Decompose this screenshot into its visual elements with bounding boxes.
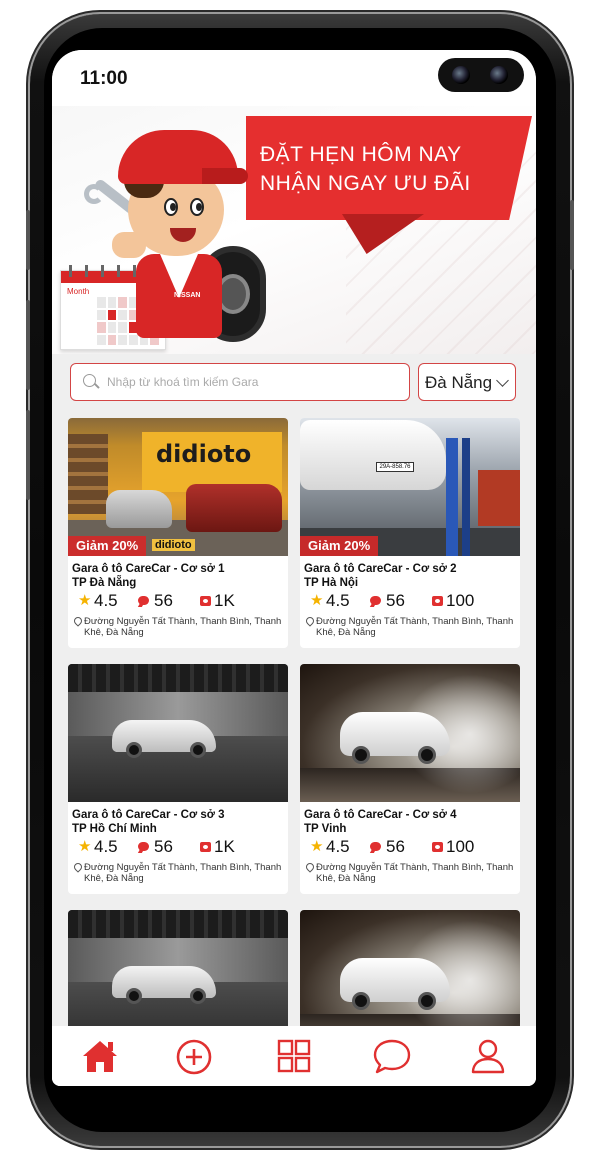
camera-lens-icon: [490, 66, 508, 84]
banner-headline: ĐẶT HẸN HÔM NAY NHẬN NGAY ƯU ĐÃI: [260, 140, 471, 198]
garage-rating: 4.5: [326, 837, 350, 856]
city-select-value: Đà Nẵng: [425, 373, 493, 392]
star-icon: ★: [310, 592, 324, 609]
discount-badge: Giảm 20%: [68, 536, 147, 556]
garage-city: TP Hà Nội: [304, 577, 359, 589]
garage-rating: 4.5: [94, 591, 118, 610]
garage-stats: ★ 4.5 56 100: [304, 837, 516, 857]
user-icon: [471, 1039, 505, 1074]
camera-cutout: [438, 58, 524, 92]
star-icon: ★: [78, 838, 92, 855]
banner-line-1: ĐẶT HẸN HÔM NAY: [260, 143, 462, 166]
booking-icon: [200, 842, 211, 852]
garage-card[interactable]: Gara ô tô CareCar - Cơ sở 4 TP Vinh ★ 4.…: [300, 664, 520, 894]
comment-icon: [138, 596, 149, 605]
location-pin-icon: [304, 861, 316, 873]
garage-stats: ★ 4.5 56 1K: [72, 591, 284, 611]
garage-title: Gara ô tô CareCar - Cơ sở 2: [304, 563, 457, 575]
garage-card[interactable]: Gara ô tô CareCar - Cơ sở 3 TP Hồ Chí Mi…: [68, 664, 288, 894]
app-screen: 11:00 ĐẶT HẸN HÔM NAY NHẬN NGAY ƯU ĐÃI M…: [52, 50, 536, 1086]
booking-icon: [432, 596, 443, 606]
garage-bookings: 100: [446, 837, 475, 856]
garage-comments: 56: [154, 837, 173, 856]
garage-photo-logo: didioto: [152, 539, 195, 551]
volume-button: [26, 410, 30, 500]
garage-bookings: 1K: [214, 591, 235, 610]
calendar-label: Month: [67, 287, 90, 296]
nav-home[interactable]: [70, 1026, 130, 1086]
camera-lens-icon: [452, 66, 470, 84]
star-icon: ★: [310, 838, 324, 855]
garage-photo-sign: didioto: [156, 440, 252, 468]
booking-icon: [432, 842, 443, 852]
plus-circle-icon: [176, 1039, 212, 1075]
garage-address: Đường Nguyễn Tất Thành, Thanh Bình, Than…: [84, 862, 282, 884]
garage-bookings: 100: [446, 591, 475, 610]
nav-categories[interactable]: [264, 1026, 324, 1086]
garage-address: Đường Nguyễn Tất Thành, Thanh Bình, Than…: [316, 862, 514, 884]
garage-comments: 56: [386, 837, 405, 856]
location-pin-icon: [72, 861, 84, 873]
volume-button: [26, 300, 30, 390]
home-icon: [83, 1041, 117, 1072]
location-pin-icon: [304, 615, 316, 627]
garage-city: TP Hồ Chí Minh: [72, 823, 157, 835]
garage-card[interactable]: 29A-858.76 Giảm 20% Gara ô tô CareCar - …: [300, 418, 520, 648]
garage-bookings: 1K: [214, 837, 235, 856]
comment-icon: [370, 596, 381, 605]
search-placeholder: Nhập từ khoá tìm kiếm Gara: [107, 375, 259, 389]
bottom-nav: [52, 1026, 536, 1086]
banner-line-2: NHẬN NGAY ƯU ĐÃI: [260, 172, 471, 195]
search-input[interactable]: Nhập từ khoá tìm kiếm Gara: [70, 363, 410, 401]
location-pin-icon: [72, 615, 84, 627]
garage-photo: 29A-858.76 Giảm 20%: [300, 418, 520, 556]
status-bar: 11:00: [52, 50, 536, 106]
booking-icon: [200, 596, 211, 606]
search-icon: [83, 374, 96, 387]
nav-add[interactable]: [164, 1026, 224, 1086]
comment-icon: [370, 842, 381, 851]
chat-icon: [373, 1039, 411, 1074]
mascot-shirt-logo: NISSAN: [174, 292, 201, 299]
garage-rating: 4.5: [94, 837, 118, 856]
garage-photo: [68, 664, 288, 802]
grid-icon: [277, 1039, 311, 1073]
garage-photo: [300, 664, 520, 802]
garage-address: Đường Nguyễn Tất Thành, Thanh Bình, Than…: [316, 616, 514, 638]
promo-banner[interactable]: ĐẶT HẸN HÔM NAY NHẬN NGAY ƯU ĐÃI Month N…: [52, 106, 536, 354]
nav-chat[interactable]: [362, 1026, 422, 1086]
nav-profile[interactable]: [458, 1026, 518, 1086]
garage-title: Gara ô tô CareCar - Cơ sở 1: [72, 563, 225, 575]
garage-comments: 56: [386, 591, 405, 610]
status-time: 11:00: [80, 68, 128, 89]
city-select[interactable]: Đà Nẵng: [418, 363, 516, 401]
garage-rating: 4.5: [326, 591, 350, 610]
garage-stats: ★ 4.5 56 1K: [72, 837, 284, 857]
garage-comments: 56: [154, 591, 173, 610]
chevron-down-icon: [496, 374, 509, 387]
garage-address: Đường Nguyễn Tất Thành, Thanh Bình, Than…: [84, 616, 282, 638]
garage-card[interactable]: didioto Giảm 20% didioto Gara ô tô CareC…: [68, 418, 288, 648]
comment-icon: [138, 842, 149, 851]
garage-stats: ★ 4.5 56 100: [304, 591, 516, 611]
power-button: [570, 200, 574, 270]
star-icon: ★: [78, 592, 92, 609]
license-plate: 29A-858.76: [376, 462, 414, 472]
garage-title: Gara ô tô CareCar - Cơ sở 4: [304, 809, 457, 821]
garage-title: Gara ô tô CareCar - Cơ sở 3: [72, 809, 225, 821]
volume-button: [26, 210, 30, 270]
discount-badge: Giảm 20%: [300, 536, 379, 556]
garage-photo: didioto Giảm 20% didioto: [68, 418, 288, 556]
garage-city: TP Đà Nẵng: [72, 577, 137, 589]
garage-city: TP Vinh: [304, 823, 347, 835]
